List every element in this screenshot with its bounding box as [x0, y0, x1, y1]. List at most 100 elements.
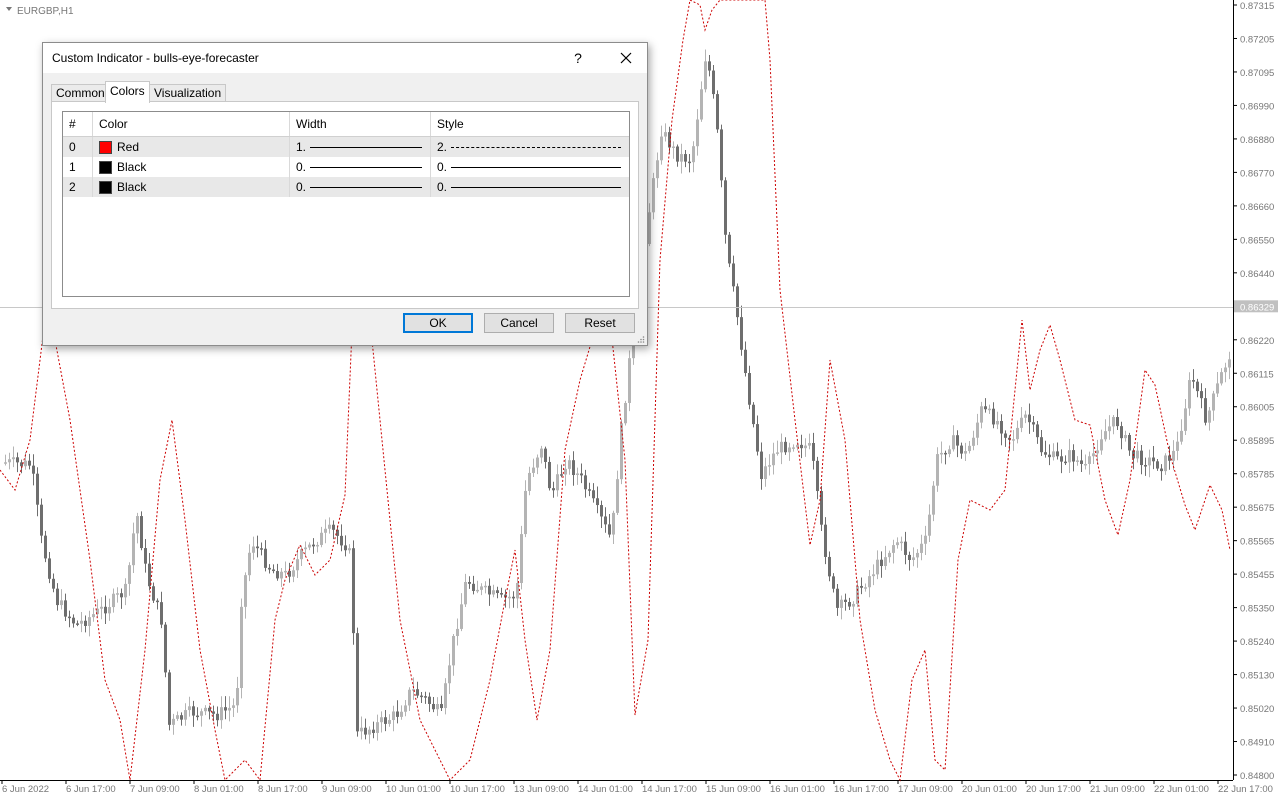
candle-body — [60, 600, 63, 606]
candle-body — [352, 548, 355, 634]
time-label: 21 Jun 09:00 — [1090, 784, 1145, 795]
candle-body — [484, 585, 487, 588]
candle-body — [72, 617, 75, 624]
candle-body — [104, 606, 107, 614]
candle-body — [1128, 434, 1131, 451]
close-button[interactable] — [605, 43, 647, 73]
ok-button[interactable]: OK — [403, 313, 473, 333]
candle-body — [392, 711, 395, 721]
color-cell[interactable]: Black — [93, 177, 290, 197]
width-value: 1. — [296, 140, 307, 154]
candle-body — [592, 490, 595, 499]
candle-body — [1056, 451, 1059, 457]
candle-body — [380, 717, 383, 723]
candle-body — [532, 467, 535, 473]
row-index: 0 — [63, 137, 93, 157]
candle-body — [1188, 380, 1191, 409]
help-button[interactable]: ? — [563, 43, 593, 73]
candle-body — [692, 146, 695, 163]
candle-body — [1092, 453, 1095, 457]
candle-body — [372, 729, 375, 733]
candle-body — [920, 543, 923, 553]
tab-common[interactable]: Common — [51, 84, 110, 102]
width-cell[interactable]: 1. — [290, 137, 431, 157]
candle-body — [1176, 441, 1179, 451]
candle-body — [880, 559, 883, 567]
style-cell[interactable]: 0. — [431, 177, 629, 197]
candle-body — [680, 154, 683, 162]
style-cell[interactable]: 0. — [431, 157, 629, 177]
candle-body — [676, 146, 679, 162]
candle-body — [496, 590, 499, 594]
style-line-sample — [451, 186, 621, 188]
table-row[interactable]: 1 Black 0. 0. — [63, 157, 629, 177]
candle-body — [276, 571, 279, 579]
candle-body — [1196, 381, 1199, 392]
candle-body — [704, 61, 707, 90]
price-label: 0.86440 — [1240, 269, 1274, 280]
candle-body — [816, 460, 819, 492]
tab-visualization[interactable]: Visualization — [149, 84, 227, 102]
candle-body — [508, 596, 511, 599]
price-label: 0.86329 — [1240, 302, 1274, 313]
candle-body — [608, 524, 611, 535]
candle-body — [240, 606, 243, 689]
candle-body — [876, 559, 879, 575]
table-row[interactable]: 2 Black 0. 0. — [63, 177, 629, 197]
table-row[interactable]: 0 Red 1. 2. — [63, 137, 629, 157]
candle-body — [220, 707, 223, 721]
candle-body — [312, 544, 315, 547]
style-cell[interactable]: 2. — [431, 137, 629, 157]
resize-grip-icon[interactable] — [637, 335, 645, 343]
candle-body — [972, 437, 975, 446]
candle-body — [1064, 461, 1067, 464]
candle-body — [884, 557, 887, 567]
time-label: 22 Jun 01:00 — [1154, 784, 1209, 795]
candle-body — [1040, 437, 1043, 453]
candle-body — [408, 689, 411, 706]
candle-body — [356, 633, 359, 732]
tab-colors[interactable]: Colors — [105, 81, 150, 103]
cancel-button[interactable]: Cancel — [484, 313, 554, 333]
candle-body — [84, 620, 87, 626]
width-cell[interactable]: 0. — [290, 177, 431, 197]
candle-body — [228, 707, 231, 711]
candle-body — [564, 468, 567, 475]
candle-body — [212, 711, 215, 714]
candle-body — [1096, 450, 1099, 454]
candle-body — [404, 705, 407, 712]
width-cell[interactable]: 0. — [290, 157, 431, 177]
width-value: 0. — [296, 180, 307, 194]
candle-body — [708, 61, 711, 71]
candle-body — [772, 453, 775, 466]
price-label: 0.87315 — [1240, 1, 1274, 12]
candle-body — [1084, 463, 1087, 466]
candle-body — [732, 263, 735, 287]
candle-body — [828, 556, 831, 577]
price-label: 0.85785 — [1240, 470, 1274, 481]
price-label: 0.85565 — [1240, 537, 1274, 548]
candle-body — [56, 588, 59, 606]
candle-body — [868, 576, 871, 588]
dialog-title: Custom Indicator - bulls-eye-forecaster — [52, 51, 259, 65]
candle-body — [204, 707, 207, 712]
candle-body — [420, 695, 423, 698]
dialog-titlebar[interactable]: Custom Indicator - bulls-eye-forecaster … — [43, 43, 647, 73]
candle-body — [912, 557, 915, 561]
candle-body — [792, 447, 795, 449]
color-cell[interactable]: Red — [93, 137, 290, 157]
candle-body — [400, 711, 403, 717]
candle-body — [340, 535, 343, 546]
candle-body — [616, 479, 619, 513]
candle-body — [1060, 456, 1063, 462]
reset-button[interactable]: Reset — [565, 313, 635, 333]
price-label: 0.87205 — [1240, 34, 1274, 45]
candle-body — [448, 665, 451, 684]
candle-body — [1044, 452, 1047, 455]
candle-body — [8, 459, 11, 463]
candle-body — [1164, 455, 1167, 472]
color-cell[interactable]: Black — [93, 157, 290, 177]
candle-body — [364, 727, 367, 735]
candle-body — [648, 212, 651, 244]
candle-body — [328, 524, 331, 529]
